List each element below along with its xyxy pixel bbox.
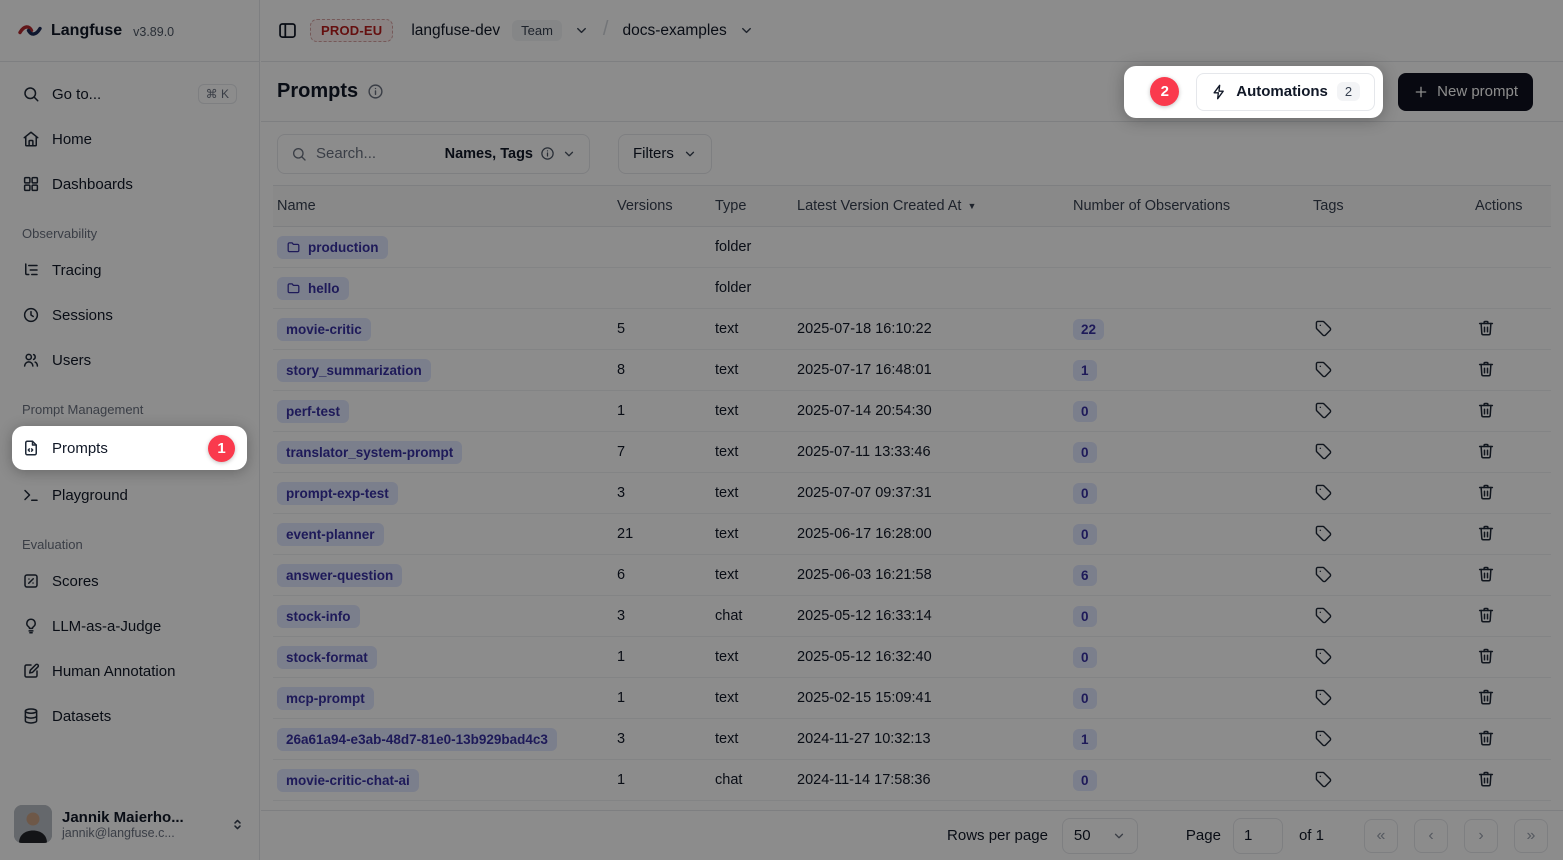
tutorial-step-1-badge: 1 — [208, 435, 235, 462]
automations-spotlight: 2 Automations 2 — [1124, 66, 1383, 118]
automations-count-badge: 2 — [1337, 82, 1360, 101]
sidebar-item-prompts[interactable]: Prompts 1 — [12, 426, 247, 470]
automations-button[interactable]: Automations 2 — [1196, 73, 1375, 111]
sidebar-item-label: Prompts — [52, 440, 108, 457]
file-code-icon — [22, 439, 40, 457]
tutorial-step-2-badge: 2 — [1150, 77, 1179, 106]
zap-icon — [1211, 84, 1227, 100]
automations-label: Automations — [1236, 83, 1328, 100]
